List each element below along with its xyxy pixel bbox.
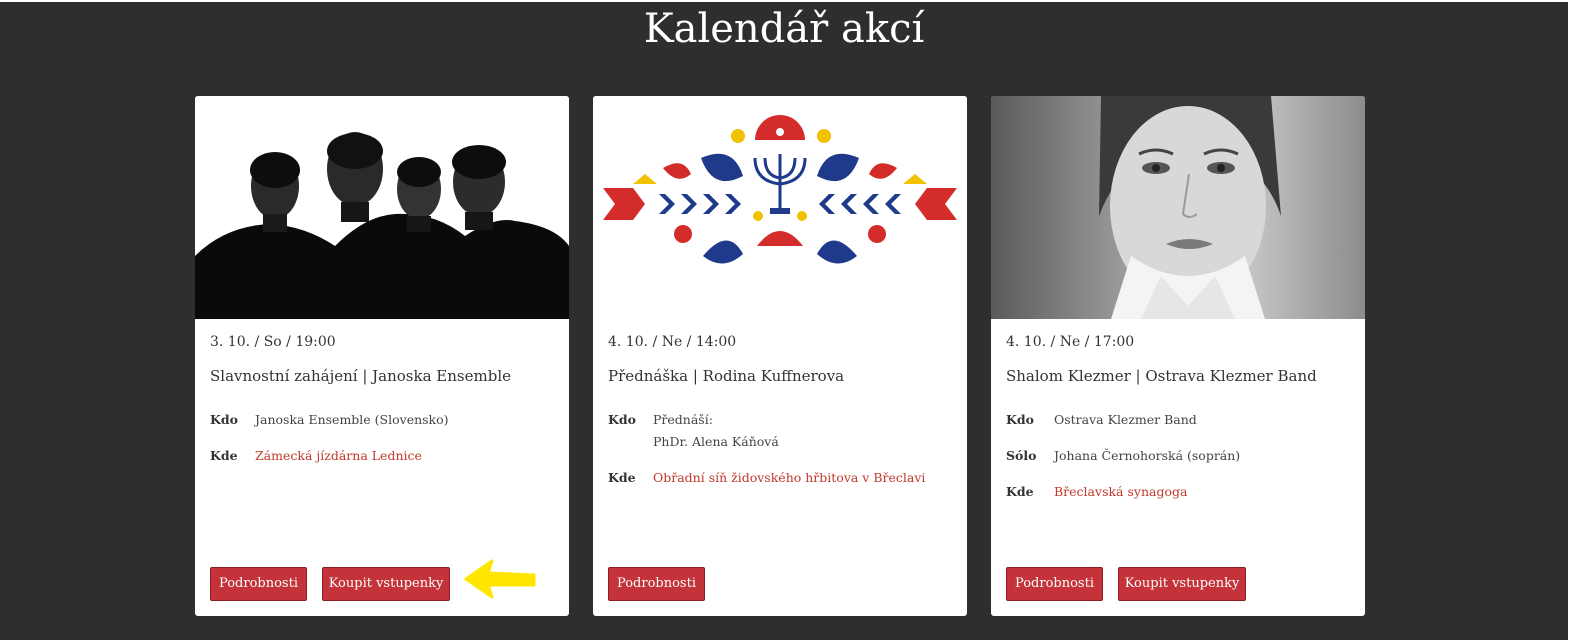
event-title: Přednáška | Rodina Kuffnerova [608,367,845,385]
info-label: Kde [608,470,636,485]
event-title: Shalom Klezmer | Ostrava Klezmer Band [1006,367,1317,385]
event-title: Slavnostní zahájení | Janoska Ensemble [210,367,511,385]
venue-link[interactable]: Obřadní síň židovského hřbitova v Břecla… [653,467,925,489]
event-card: 4. 10. / Ne / 17:00 Shalom Klezmer | Ost… [991,96,1365,616]
event-date: 4. 10. / Ne / 14:00 [608,334,737,350]
arrow-left-icon [464,559,536,599]
info-value: Johana Černohorská (soprán) [1054,448,1241,463]
info-value: Janoska Ensemble (Slovensko) [255,412,449,427]
event-date: 3. 10. / So / 19:00 [210,334,336,350]
page-title: Kalendář akcí [643,6,925,52]
buy-tickets-button[interactable]: Koupit vstupenky [322,567,450,601]
event-photo-janoska-ensemble[interactable] [195,96,569,319]
buy-tickets-button[interactable]: Koupit vstupenky [1118,567,1246,601]
details-button[interactable]: Podrobnosti [1006,567,1103,601]
venue-link[interactable]: Zámecká jízdárna Lednice [255,445,422,467]
info-label: Kde [1006,484,1034,499]
venue-link[interactable]: Břeclavská synagoga [1054,481,1187,503]
info-label: Kdo [1006,412,1034,427]
info-value: Ostrava Klezmer Band [1054,412,1197,427]
events-page: Kalendář akcí 3. 10. / So / 19:00 Slavno… [0,0,1568,640]
event-card: 4. 10. / Ne / 14:00 Přednáška | Rodina K… [593,96,967,616]
event-date: 4. 10. / Ne / 17:00 [1006,334,1135,350]
event-folk-ornament-image[interactable] [593,96,967,319]
event-card: 3. 10. / So / 19:00 Slavnostní zahájení … [195,96,569,616]
info-label: Kdo [608,412,636,427]
info-label: Sólo [1006,448,1037,463]
event-photo-soprano[interactable] [991,96,1365,319]
details-button[interactable]: Podrobnosti [608,567,705,601]
info-label: Kdo [210,412,238,427]
info-value: Přednáší: PhDr. Alena Káňová [653,412,779,449]
info-label: Kde [210,448,238,463]
details-button[interactable]: Podrobnosti [210,567,307,601]
